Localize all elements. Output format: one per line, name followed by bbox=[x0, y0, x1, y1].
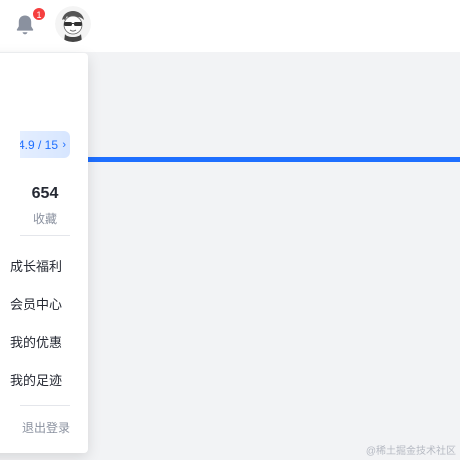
page: 1 664.9 / 15 › 654 收藏 成长福利 会员中心 我的优惠 我的足… bbox=[0, 0, 460, 460]
watermark-text: @稀土掘金技术社区 bbox=[365, 446, 456, 457]
level-progress-link[interactable]: 664.9 / 15 › bbox=[20, 131, 70, 158]
stat-favorites-value: 654 bbox=[31, 185, 59, 202]
menu-item-my-coupons[interactable]: 我的优惠 bbox=[0, 332, 62, 351]
menu-item-growth-benefits[interactable]: 成长福利 bbox=[0, 256, 62, 275]
menu-item-membership-center[interactable]: 会员中心 bbox=[0, 294, 62, 313]
stat-favorites-label: 收藏 bbox=[32, 212, 57, 226]
user-dropdown-panel bbox=[0, 53, 88, 453]
menu-item-my-footprints[interactable]: 我的足迹 bbox=[0, 370, 62, 389]
level-progress-text: 664.9 / 15 bbox=[20, 138, 58, 152]
notification-count-badge: 1 bbox=[32, 7, 46, 21]
divider-bottom bbox=[20, 405, 70, 406]
chevron-right-icon: › bbox=[62, 139, 66, 151]
logout-button[interactable]: 退出登录 bbox=[0, 419, 70, 436]
divider-top bbox=[20, 235, 70, 236]
notification-button[interactable]: 1 bbox=[13, 7, 46, 37]
stat-favorites[interactable]: 654 收藏 bbox=[20, 184, 70, 227]
avatar-icon bbox=[55, 6, 91, 42]
top-header: 1 bbox=[0, 0, 460, 52]
avatar[interactable] bbox=[55, 6, 91, 42]
